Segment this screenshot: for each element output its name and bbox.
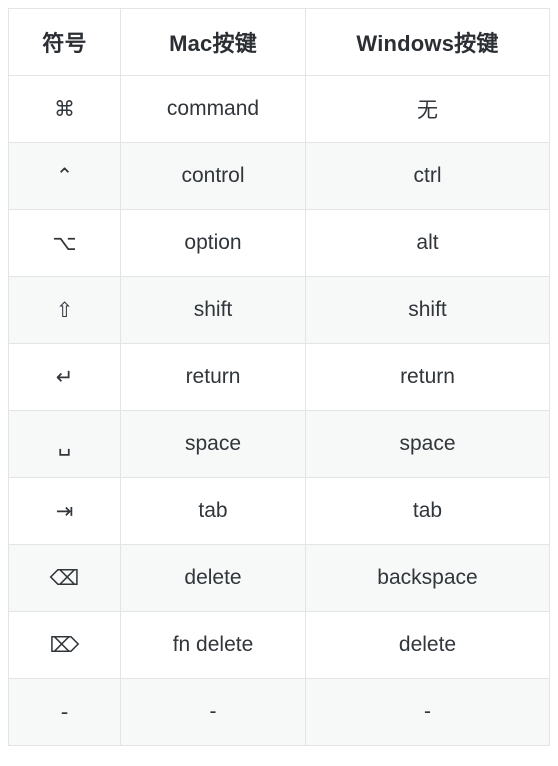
windows-key-label: shift: [305, 276, 550, 344]
table-header-row: 符号 Mac按键 Windows按键: [8, 8, 550, 76]
windows-key-label: 无: [305, 75, 550, 143]
return-symbol-icon: ↵: [8, 343, 121, 411]
windows-key-label: alt: [305, 209, 550, 277]
windows-key-label: delete: [305, 611, 550, 679]
control-symbol-icon: ⌃: [8, 142, 121, 210]
placeholder-symbol-icon: -: [8, 678, 121, 746]
table-body: ⌘ command 无 ⌃ control ctrl ⌥ option alt …: [8, 75, 550, 746]
column-header-windows-key: Windows按键: [305, 8, 550, 76]
keyboard-symbol-table: 符号 Mac按键 Windows按键 ⌘ command 无 ⌃ control…: [8, 8, 550, 746]
delete-symbol-icon: ⌫: [8, 544, 121, 612]
windows-key-label: tab: [305, 477, 550, 545]
windows-key-label: -: [305, 678, 550, 746]
windows-key-label: backspace: [305, 544, 550, 612]
mac-key-label: tab: [120, 477, 306, 545]
space-symbol-icon: ␣: [8, 410, 121, 478]
shift-symbol-icon: ⇧: [8, 276, 121, 344]
windows-key-label: ctrl: [305, 142, 550, 210]
mac-key-label: option: [120, 209, 306, 277]
table-row: ⇧ shift shift: [8, 276, 550, 344]
table-row: ⌘ command 无: [8, 75, 550, 143]
mac-key-label: -: [120, 678, 306, 746]
table-row: - - -: [8, 678, 550, 746]
mac-key-label: return: [120, 343, 306, 411]
table-row: ↵ return return: [8, 343, 550, 411]
table-row: ⌫ delete backspace: [8, 544, 550, 612]
windows-key-label: return: [305, 343, 550, 411]
table-row: ⌥ option alt: [8, 209, 550, 277]
mac-key-label: delete: [120, 544, 306, 612]
windows-key-label: space: [305, 410, 550, 478]
tab-symbol-icon: ⇥: [8, 477, 121, 545]
table-header: 符号 Mac按键 Windows按键: [8, 8, 550, 76]
fn-delete-symbol-icon: ⌦: [8, 611, 121, 679]
column-header-symbol: 符号: [8, 8, 121, 76]
table-row: ⌃ control ctrl: [8, 142, 550, 210]
key-symbol-reference-page: 符号 Mac按键 Windows按键 ⌘ command 无 ⌃ control…: [0, 0, 558, 766]
mac-key-label: shift: [120, 276, 306, 344]
mac-key-label: space: [120, 410, 306, 478]
option-symbol-icon: ⌥: [8, 209, 121, 277]
mac-key-label: fn delete: [120, 611, 306, 679]
command-symbol-icon: ⌘: [8, 75, 121, 143]
mac-key-label: command: [120, 75, 306, 143]
table-row: ⇥ tab tab: [8, 477, 550, 545]
mac-key-label: control: [120, 142, 306, 210]
column-header-mac-key: Mac按键: [120, 8, 306, 76]
table-row: ⌦ fn delete delete: [8, 611, 550, 679]
table-row: ␣ space space: [8, 410, 550, 478]
